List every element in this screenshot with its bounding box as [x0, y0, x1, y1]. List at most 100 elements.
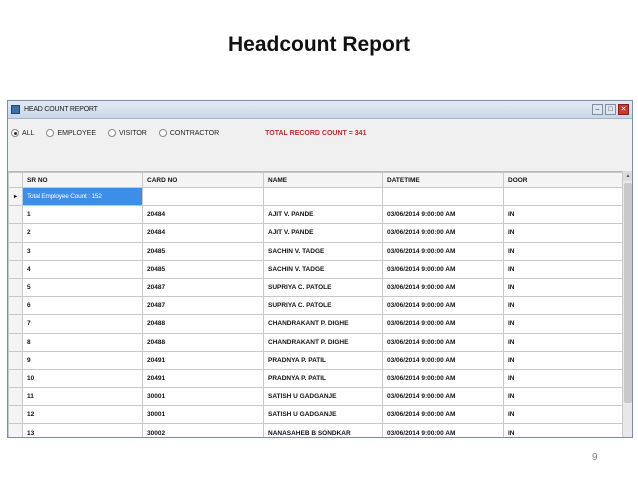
cell-card-no[interactable]: 30001: [142, 405, 264, 425]
row-header[interactable]: [8, 350, 23, 370]
close-icon[interactable]: ✕: [618, 104, 629, 115]
cell-door[interactable]: IN: [503, 332, 624, 352]
cell-card-no[interactable]: 30001: [142, 387, 264, 407]
cell-card-no[interactable]: 20491: [142, 368, 264, 389]
table-cell[interactable]: [142, 186, 264, 207]
minimize-icon[interactable]: –: [592, 104, 603, 115]
table-row[interactable]: 11 30001 SATISH U GADGANJE 03/06/2014 9:00:…: [8, 387, 624, 407]
table-row[interactable]: 7 20488 CHANDRAKANT P. DIGHE 03/06/2014 9:0…: [8, 314, 624, 334]
table-row[interactable]: 3 20485 SACHIN V. TADGE 03/06/2014 9:00:00 …: [8, 241, 624, 261]
cell-card-no[interactable]: 20485: [142, 241, 264, 261]
cell-card-no[interactable]: 20488: [142, 332, 264, 352]
cell-sr-no[interactable]: 4: [22, 259, 143, 279]
cell-sr-no[interactable]: 7: [22, 314, 143, 334]
column-header-name[interactable]: NAME: [263, 172, 383, 188]
column-header-datetime[interactable]: DATETIME: [382, 172, 504, 188]
cell-sr-no[interactable]: 9: [22, 350, 143, 370]
table-row[interactable]: 8 20488 CHANDRAKANT P. DIGHE 03/06/2014 9:0…: [8, 332, 624, 352]
row-header[interactable]: [8, 405, 23, 425]
row-header[interactable]: [8, 387, 23, 407]
cell-door[interactable]: IN: [503, 223, 624, 243]
cell-name[interactable]: SATISH U GADGANJE: [263, 387, 383, 407]
row-header[interactable]: [8, 277, 23, 298]
table-row[interactable]: 9 20491 PRADNYA P. PATIL 03/06/2014 9:00:00…: [8, 350, 624, 370]
table-row[interactable]: 5 20487 SUPRIYA C. PATOLE 03/06/2014 9:00:0…: [8, 277, 624, 298]
cell-name[interactable]: PRADNYA P. PATIL: [263, 368, 383, 389]
cell-sr-no[interactable]: 1: [22, 205, 143, 225]
cell-card-no[interactable]: 20484: [142, 223, 264, 243]
cell-door[interactable]: IN: [503, 387, 624, 407]
cell-card-no[interactable]: 20487: [142, 277, 264, 298]
cell-name[interactable]: CHANDRAKANT P. DIGHE: [263, 314, 383, 334]
radio-contractor[interactable]: CONTRACTOR: [158, 129, 219, 137]
cell-card-no[interactable]: 20485: [142, 259, 264, 279]
cell-datetime[interactable]: 03/06/2014 9:00:00 AM: [382, 350, 504, 370]
table-row[interactable]: 10 20491 PRADNYA P. PATIL 03/06/2014 9:00:0…: [8, 368, 624, 389]
cell-datetime[interactable]: 03/06/2014 9:00:00 AM: [382, 277, 504, 298]
cell-sr-no[interactable]: 8: [22, 332, 143, 352]
scrollbar-thumb[interactable]: [624, 183, 632, 403]
column-header-sr-no[interactable]: SR NO: [22, 172, 143, 188]
cell-sr-no[interactable]: 5: [22, 277, 143, 298]
cell-name[interactable]: AJIT V. PANDE: [263, 223, 383, 243]
cell-name[interactable]: SUPRIYA C. PATOLE: [263, 296, 383, 316]
cell-card-no[interactable]: 20484: [142, 205, 264, 225]
cell-datetime[interactable]: 03/06/2014 9:00:00 AM: [382, 205, 504, 225]
row-header[interactable]: [8, 241, 23, 261]
maximize-icon[interactable]: □: [605, 104, 616, 115]
cell-datetime[interactable]: 03/06/2014 9:00:00 AM: [382, 423, 504, 437]
cell-sr-no[interactable]: 13: [22, 423, 143, 437]
radio-visitor[interactable]: VISITOR: [107, 129, 147, 137]
cell-name[interactable]: CHANDRAKANT P. DIGHE: [263, 332, 383, 352]
cell-card-no[interactable]: 20491: [142, 350, 264, 370]
table-row[interactable]: 4 20485 SACHIN V. TADGE 03/06/2014 9:00:00 …: [8, 259, 624, 279]
cell-door[interactable]: IN: [503, 205, 624, 225]
radio-all[interactable]: ALL: [11, 129, 34, 137]
window-titlebar[interactable]: HEAD COUNT REPORT – □ ✕: [8, 101, 632, 119]
radio-button-icon[interactable]: [46, 129, 55, 137]
cell-sr-no[interactable]: 6: [22, 296, 143, 316]
row-header[interactable]: [8, 314, 23, 334]
radio-button-icon[interactable]: [158, 129, 167, 137]
cell-name[interactable]: AJIT V. PANDE: [263, 205, 383, 225]
cell-datetime[interactable]: 03/06/2014 9:00:00 AM: [382, 296, 504, 316]
scroll-up-arrow-icon[interactable]: ▲: [623, 171, 632, 181]
cell-name[interactable]: SATISH U GADGANJE: [263, 405, 383, 425]
cell-door[interactable]: IN: [503, 241, 624, 261]
cell-name[interactable]: NANASAHEB B SONDKAR: [263, 423, 383, 437]
cell-name[interactable]: PRADNYA P. PATIL: [263, 350, 383, 370]
cell-door[interactable]: IN: [503, 296, 624, 316]
cell-card-no[interactable]: 20487: [142, 296, 264, 316]
cell-door[interactable]: IN: [503, 368, 624, 389]
column-header-card-no[interactable]: CARD NO: [142, 172, 264, 188]
cell-door[interactable]: IN: [503, 350, 624, 370]
table-row[interactable]: 2 20484 AJIT V. PANDE 03/06/2014 9:00:00 AM…: [8, 223, 624, 243]
summary-cell[interactable]: Total Employee Count : 152: [22, 186, 143, 207]
table-row[interactable]: 6 20487 SUPRIYA C. PATOLE 03/06/2014 9:00:0…: [8, 296, 624, 316]
row-header[interactable]: [8, 205, 23, 225]
cell-door[interactable]: IN: [503, 423, 624, 437]
row-header[interactable]: [8, 259, 23, 279]
table-cell[interactable]: [263, 186, 383, 207]
cell-datetime[interactable]: 03/06/2014 9:00:00 AM: [382, 259, 504, 279]
cell-datetime[interactable]: 03/06/2014 9:00:00 AM: [382, 223, 504, 243]
cell-datetime[interactable]: 03/06/2014 9:00:00 AM: [382, 241, 504, 261]
cell-door[interactable]: IN: [503, 405, 624, 425]
cell-datetime[interactable]: 03/06/2014 9:00:00 AM: [382, 387, 504, 407]
table-cell[interactable]: [382, 186, 504, 207]
table-row[interactable]: 1 20484 AJIT V. PANDE 03/06/2014 9:00:00 AM…: [8, 205, 624, 225]
row-header[interactable]: [8, 223, 23, 243]
table-cell[interactable]: [503, 186, 624, 207]
column-header-door[interactable]: DOOR: [503, 172, 624, 188]
row-header[interactable]: [8, 368, 23, 389]
cell-datetime[interactable]: 03/06/2014 9:00:00 AM: [382, 405, 504, 425]
cell-sr-no[interactable]: 10: [22, 368, 143, 389]
row-header[interactable]: [8, 296, 23, 316]
cell-door[interactable]: IN: [503, 259, 624, 279]
table-row[interactable]: 13 30002 NANASAHEB B SONDKAR 03/06/2014 9:0…: [8, 423, 624, 437]
cell-door[interactable]: IN: [503, 314, 624, 334]
cell-sr-no[interactable]: 12: [22, 405, 143, 425]
cell-door[interactable]: IN: [503, 277, 624, 298]
radio-employee[interactable]: EMPLOYEE: [46, 129, 96, 137]
row-header[interactable]: [8, 332, 23, 352]
